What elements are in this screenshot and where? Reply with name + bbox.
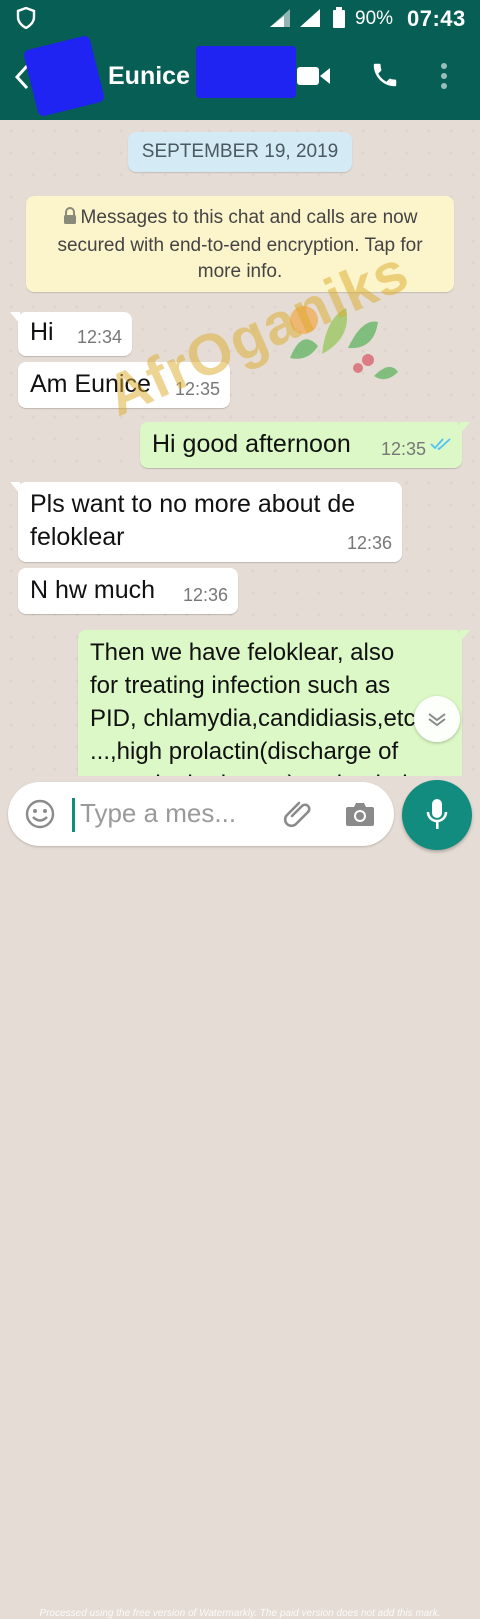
scroll-to-bottom-button[interactable] (414, 696, 460, 742)
watermark-logo (290, 306, 398, 380)
battery-percentage: 90% (355, 8, 394, 29)
shield-icon (16, 6, 36, 34)
camera-icon[interactable] (344, 800, 376, 833)
status-bar: 90% 07:43 (0, 0, 480, 36)
bubble-tail (10, 312, 20, 324)
text-caret (72, 798, 75, 832)
message-time: 12:35 (174, 379, 220, 399)
voice-call-icon[interactable] (370, 60, 400, 95)
microphone-icon (426, 799, 448, 829)
voice-record-button[interactable] (402, 780, 472, 850)
date-chip: SEPTEMBER 19, 2019 (128, 132, 352, 172)
message-placeholder: Type a mes... (80, 798, 237, 828)
message-input[interactable]: Type a mes... (8, 782, 394, 846)
redaction-block (196, 46, 296, 98)
encryption-notice-line: secured with end-to-end encryption. Tap … (57, 235, 423, 256)
message-bubble-outgoing[interactable]: Hi good afternoon 12:35 (140, 422, 470, 468)
message-text: Hi good afternoon (152, 430, 351, 458)
message-bubble-incoming[interactable]: N hw much 12:36 (18, 568, 238, 614)
clock: 07:43 (407, 6, 466, 31)
composer-bar: Type a mes... Processed using the free v… (0, 776, 480, 1619)
message-bubble-incoming[interactable]: Am Eunice 12:35 (18, 362, 230, 408)
lock-icon (63, 207, 77, 233)
cellular-signal-icon (268, 8, 292, 33)
message-time: 12:34 (76, 327, 122, 347)
chat-header: Eunice S (0, 34, 480, 120)
message-bubble-incoming[interactable]: Pls want to no more about de feloklear 1… (10, 482, 402, 562)
message-text: Then we have feloklear, also for treatin… (90, 639, 421, 776)
double-chevron-down-icon (428, 713, 446, 726)
chat-area[interactable]: SEPTEMBER 19, 2019 Messages to this chat… (0, 120, 480, 776)
message-text: N hw much (30, 576, 156, 604)
encryption-notice-line: more info. (197, 261, 283, 282)
message-text: Am Eunice (30, 370, 151, 398)
bubble-tail (10, 482, 20, 494)
encryption-notice-line: Messages to this chat and calls are now (26, 205, 454, 233)
emoji-icon[interactable] (24, 798, 56, 835)
message-time: 12:35 (380, 439, 426, 459)
more-options-icon[interactable] (440, 62, 448, 95)
message-text: Hi (30, 318, 54, 346)
attachment-icon[interactable] (282, 798, 314, 835)
wifi-signal-icon (298, 8, 322, 33)
bubble-tail (460, 422, 470, 434)
encryption-notice[interactable]: Messages to this chat and calls are now … (26, 196, 454, 292)
read-ticks-icon (430, 429, 452, 458)
bubble-tail (460, 630, 470, 642)
message-bubble-outgoing[interactable]: Then we have feloklear, also for treatin… (78, 630, 470, 776)
message-time: 12:36 (346, 533, 392, 553)
battery-icon (332, 7, 346, 34)
message-time: 12:36 (182, 585, 228, 605)
message-text: Pls want to no more about de feloklear (30, 490, 356, 551)
watermark-footnote: Processed using the free version of Wate… (39, 1608, 441, 1619)
video-call-icon[interactable] (296, 64, 332, 93)
avatar[interactable] (22, 34, 106, 118)
message-bubble-incoming[interactable]: Hi 12:34 (10, 312, 132, 356)
